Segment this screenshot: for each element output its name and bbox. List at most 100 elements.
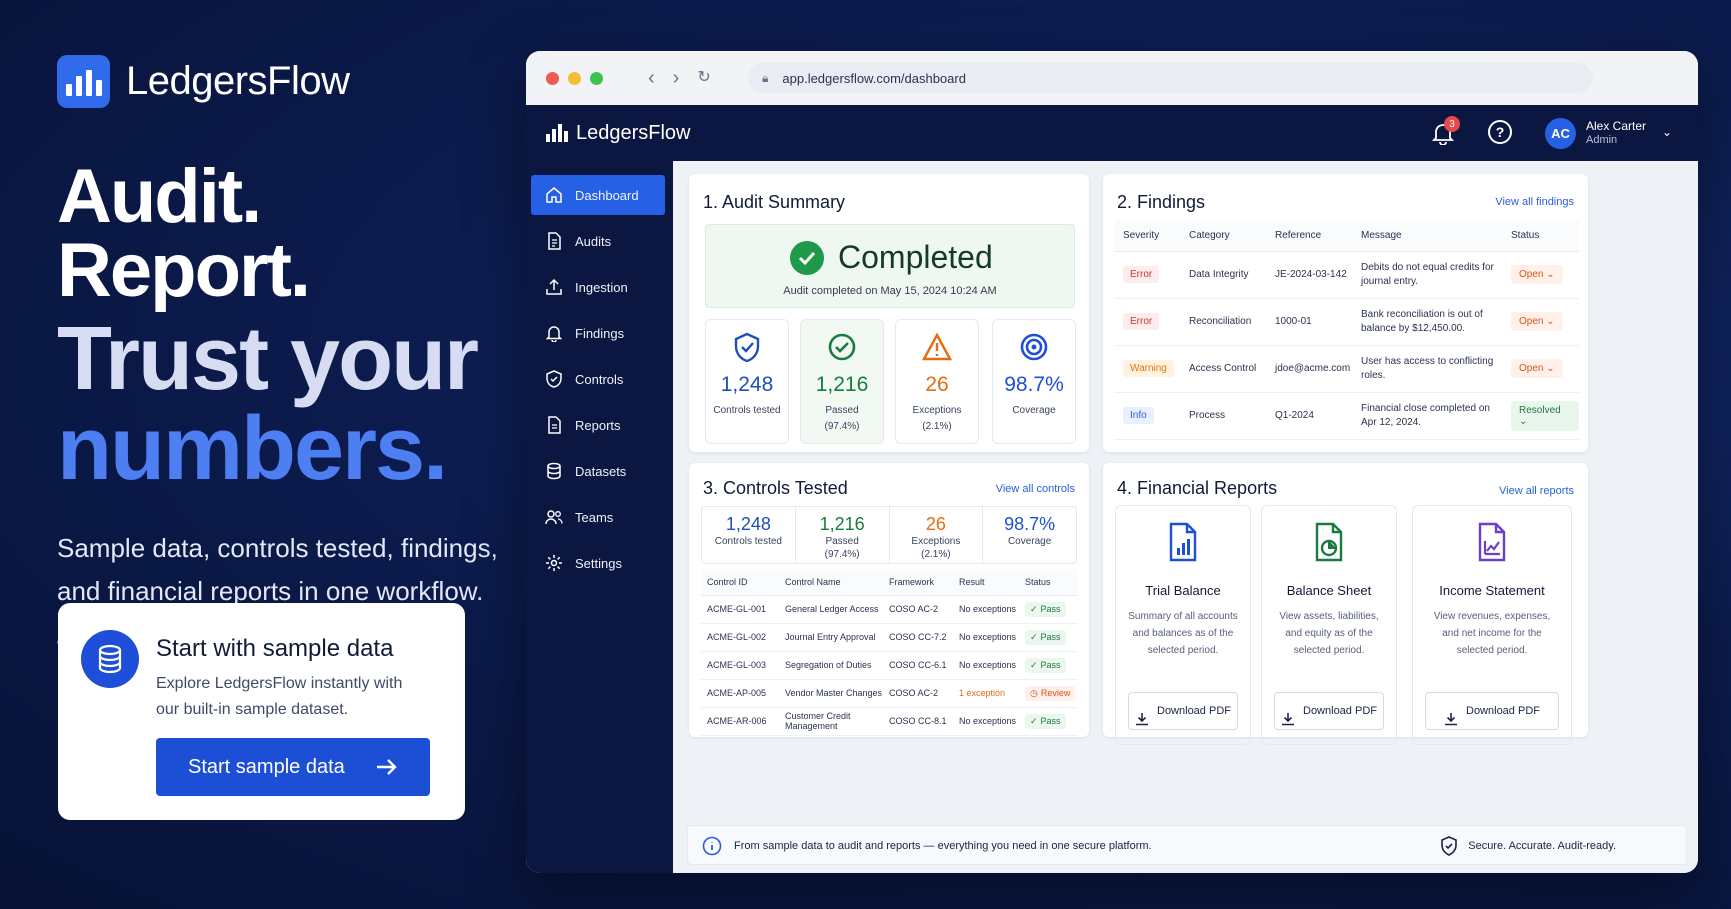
footer-right-text: Secure. Accurate. Audit-ready. [1468,840,1616,852]
help-icon[interactable]: ? [1488,120,1512,144]
controls-column-header[interactable]: Control ID [701,569,779,596]
app-brand-name: LedgersFlow [576,121,691,144]
controls-column-header[interactable]: Status [1019,569,1077,596]
findings-table: Severity Category Reference Message Status E… [1115,221,1579,440]
download-pdf-button[interactable]: Download PDF [1425,692,1559,730]
chevron-down-icon[interactable]: ⌄ [1662,125,1672,139]
view-all-findings-link[interactable]: View all findings [1495,196,1574,208]
view-all-reports-link[interactable]: View all reports [1499,485,1574,497]
users-icon [545,510,563,525]
close-dot[interactable] [546,71,559,85]
subhead: Sample data, controls tested, findings, … [57,533,498,607]
database-icon [547,462,561,480]
sidebar-item-label: Ingestion [575,279,628,295]
url-text: app.ledgersflow.com/dashboard [782,70,966,86]
result-cell: No exceptions [953,651,1019,680]
download-pdf-label: Download PDF [1157,705,1231,717]
status-label: Pass [1040,632,1061,642]
table-row[interactable]: ACME-AP-005 Vendor Master Changes COSO AC-… [701,679,1077,708]
table-row[interactable]: ACME-AR-006 Customer Credit Management COS… [701,707,1077,736]
table-row[interactable]: Error Data Integrity JE-2024-03-142 Debits … [1115,251,1579,299]
report-description: View assets, liabilities, and equity as … [1279,611,1379,656]
check-circle-icon: ✓ [1030,631,1038,642]
completed-status: Completed Audit completed on May 15, 202… [705,224,1075,308]
controls-column-header[interactable]: Framework [883,569,953,596]
shield-check-icon [1441,836,1458,856]
info-icon [702,836,722,856]
findings-column-header[interactable]: Status [1503,221,1579,252]
minimize-dot[interactable] [568,71,581,85]
status-dropdown[interactable]: Open ⌄ [1511,359,1563,378]
table-row[interactable]: ACME-GL-002 Journal Entry Approval COSO CC… [701,623,1077,652]
controls-column-header[interactable]: Result [953,569,1019,596]
findings-column-header[interactable]: Message [1353,221,1503,252]
status-dropdown[interactable]: Resolved ⌄ [1511,400,1579,431]
severity-cell: Warning [1115,345,1181,393]
download-pdf-button[interactable]: Download PDF [1128,692,1238,730]
download-pdf-button[interactable]: Download PDF [1274,692,1384,730]
sidebar-item-reports[interactable]: Reports [531,405,665,445]
severity-badge: Error [1123,313,1160,330]
check-circle-icon [790,240,824,275]
financial-reports-panel: 4. Financial Reports View all reports Tr… [1103,463,1588,745]
control-name-cell: Vendor Master Changes [779,679,883,708]
table-row[interactable]: ACME-GL-003 Segregation of Duties COSO CC-… [701,651,1077,680]
sidebar-item-ingestion[interactable]: Ingestion [531,267,665,307]
kpi-card: 1,216 Passed (97.4%) [800,319,884,444]
download-icon [1445,713,1457,726]
kpi-value: 26 [925,373,949,396]
status-dropdown[interactable]: Open ⌄ [1511,312,1563,331]
dashboard-content: 1. Audit Summary Completed Audit complet… [673,161,1698,873]
findings-column-header[interactable]: Severity [1115,221,1181,252]
sidebar-item-label: Controls [575,371,624,387]
headline-line-1: Audit. Report. [57,154,311,314]
controls-column-header[interactable]: Control Name [779,569,883,596]
table-row[interactable]: Error Reconciliation 1000-01 Bank reconcili… [1115,298,1579,346]
sidebar-item-label: Reports [575,417,621,433]
status-badge: ✓ Pass [1025,657,1066,673]
report-title: Balance Sheet [1286,583,1372,598]
back-icon[interactable]: ‹ [648,67,655,90]
report-title: Trial Balance [1145,583,1221,598]
reference-cell: JE-2024-03-142 [1267,251,1353,299]
sidebar-item-findings[interactable]: Findings [531,313,665,353]
table-row[interactable]: ACME-GL-001 General Ledger Access COSO AC-… [701,595,1077,624]
document-icon [548,232,561,250]
user-info[interactable]: Alex Carter Admin [1586,119,1646,147]
control-id-cell: ACME-AR-006 [701,707,779,736]
avatar[interactable]: AC [1545,118,1576,149]
address-bar[interactable]: 🔒︎ app.ledgersflow.com/dashboard [748,63,1593,93]
reload-icon[interactable]: ↻ [697,67,710,90]
app-brand[interactable]: LedgersFlow [546,122,691,145]
status-label: Open [1519,316,1544,327]
status-dropdown[interactable]: Open ⌄ [1511,265,1563,284]
sidebar-item-controls[interactable]: Controls [531,359,665,399]
framework-cell: COSO AC-2 [883,595,953,624]
start-sample-data-button[interactable]: Start sample data [156,738,430,796]
reference-cell: jdoe@acme.com [1267,345,1353,393]
maximize-dot[interactable] [590,71,603,85]
severity-badge: Warning [1123,360,1174,377]
hero: LedgersFlow Audit. Report. Trust your nu… [57,55,517,645]
table-row[interactable]: Warning Access Control jdoe@acme.com User h… [1115,345,1579,393]
control-id-cell: ACME-AP-005 [701,679,779,708]
chevron-down-icon: ⌄ [1543,316,1555,327]
sidebar-item-teams[interactable]: Teams [531,497,665,537]
sidebar-item-settings[interactable]: Settings [531,543,665,583]
sidebar-item-dashboard[interactable]: Dashboard [531,175,665,215]
check-circle-icon: ✓ [1030,659,1038,670]
findings-column-header[interactable]: Category [1181,221,1267,252]
findings-panel: 2. Findings View all findings Severity Ca… [1103,174,1588,452]
findings-column-header[interactable]: Reference [1267,221,1353,252]
view-all-controls-link[interactable]: View all controls [996,483,1075,495]
sidebar-item-datasets[interactable]: Datasets [531,451,665,491]
download-pdf-label: Download PDF [1303,705,1377,717]
report-description: Summary of all accounts and balances as … [1128,611,1238,656]
audit-summary-title: 1. Audit Summary [703,192,846,212]
table-row[interactable]: Info Process Q1-2024 Financial close comple… [1115,392,1579,440]
download-icon [1136,713,1148,726]
kpi-label-text: Exceptions [912,405,962,416]
sidebar-item-audits[interactable]: Audits [531,221,665,261]
forward-icon[interactable]: › [673,67,680,90]
severity-cell: Error [1115,251,1181,299]
